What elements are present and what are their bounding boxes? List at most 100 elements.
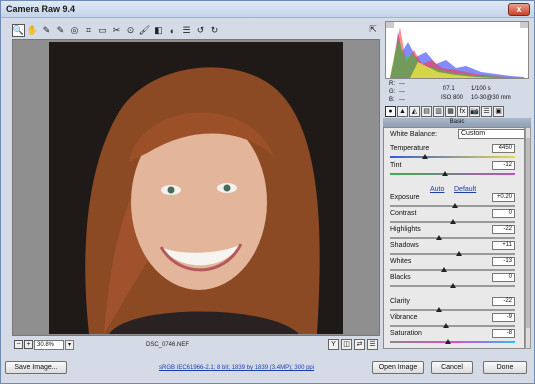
zoom-in-button[interactable]: +: [24, 340, 33, 349]
rotate-left-icon[interactable]: ↺: [194, 24, 207, 37]
contrast-value-field[interactable]: 0: [492, 209, 515, 218]
hand-tool-icon[interactable]: ✋: [26, 24, 39, 37]
presets-tab-icon[interactable]: ☰: [481, 106, 492, 117]
temperature-slider-knob[interactable]: [422, 154, 428, 159]
detail-tab-icon[interactable]: ◭: [409, 106, 420, 117]
blacks-slider-knob[interactable]: [449, 283, 456, 288]
fullscreen-toggle-icon[interactable]: ⇱: [367, 23, 379, 35]
green-value: ---: [399, 89, 405, 95]
camera-calibration-tab-icon[interactable]: 📷: [469, 106, 480, 117]
auto-link[interactable]: Auto: [430, 186, 444, 193]
red-label: R:: [389, 81, 395, 87]
shadows-label: Shadows: [390, 242, 419, 249]
aperture-value: f/7.1: [443, 86, 455, 92]
exposure-label: Exposure: [390, 194, 420, 201]
lens-corrections-tab-icon[interactable]: ▦: [445, 106, 456, 117]
blacks-slider-row: Blacks 0: [384, 273, 524, 294]
shadows-slider-knob[interactable]: [455, 251, 462, 256]
hsl-tab-icon[interactable]: ▤: [421, 106, 432, 117]
histogram-graph: [386, 22, 528, 78]
snapshots-tab-icon[interactable]: ▣: [493, 106, 504, 117]
vibrance-slider-track[interactable]: [390, 325, 515, 327]
color-sampler-tool-icon[interactable]: ✎: [54, 24, 67, 37]
tint-value-field[interactable]: -12: [492, 161, 515, 170]
basic-panel: White Balance: Custom ▼ Auto Default Tem…: [383, 127, 525, 349]
preferences-icon[interactable]: ☰: [180, 24, 193, 37]
adjustment-brush-icon[interactable]: 🖌: [138, 24, 151, 37]
white-balance-tool-icon[interactable]: ✎: [40, 24, 53, 37]
crop-tool-icon[interactable]: ⌗: [82, 24, 95, 37]
blacks-label: Blacks: [390, 274, 411, 281]
exposure-slider-knob[interactable]: [452, 203, 458, 208]
done-button[interactable]: Done: [483, 361, 527, 374]
image-preview-area[interactable]: [12, 39, 380, 336]
close-button[interactable]: x: [508, 3, 530, 16]
clarity-slider-knob[interactable]: [435, 307, 442, 312]
zoom-dropdown-button[interactable]: ▾: [65, 340, 74, 350]
effects-tab-icon[interactable]: fx: [457, 106, 468, 117]
contrast-label: Contrast: [390, 210, 417, 217]
preview-preferences-icon[interactable]: ☰: [367, 339, 378, 350]
shadows-slider-track[interactable]: [390, 253, 515, 255]
open-image-button[interactable]: Open Image: [372, 361, 424, 374]
rotate-right-icon[interactable]: ↻: [208, 24, 221, 37]
temperature-value-field[interactable]: 4450: [492, 144, 515, 153]
red-eye-tool-icon[interactable]: ⊙: [124, 24, 137, 37]
panel-scrollbar[interactable]: [525, 127, 531, 349]
highlights-value-field[interactable]: -22: [492, 225, 515, 234]
swap-settings-icon[interactable]: ⇄: [354, 339, 365, 350]
save-image-button[interactable]: Save Image...: [5, 361, 67, 374]
blacks-value-field[interactable]: 0: [492, 273, 515, 282]
before-after-y-icon[interactable]: Y: [328, 339, 339, 350]
scrollbar-thumb[interactable]: [526, 138, 530, 328]
white-balance-value: Custom: [461, 130, 486, 137]
workflow-options-link[interactable]: sRGB IEC61966-2.1; 8 bit; 1839 by 1839 (…: [159, 365, 314, 371]
portrait-image: [49, 42, 343, 334]
graduated-filter-icon[interactable]: ◧: [152, 24, 165, 37]
clarity-value-field[interactable]: -22: [492, 297, 515, 306]
contrast-slider-knob[interactable]: [449, 219, 456, 224]
whites-label: Whites: [390, 258, 412, 265]
basic-tab-icon[interactable]: ●: [385, 106, 396, 117]
highlights-slider-knob[interactable]: [435, 235, 442, 240]
default-link[interactable]: Default: [454, 186, 476, 193]
tone-curve-tab-icon[interactable]: ▲: [397, 106, 408, 117]
radial-filter-icon[interactable]: ◐: [166, 24, 179, 37]
before-after-split-icon[interactable]: ◫: [341, 339, 352, 350]
highlights-slider-track[interactable]: [390, 237, 515, 239]
clarity-label: Clarity: [390, 298, 410, 305]
temperature-slider-track[interactable]: [390, 156, 515, 158]
saturation-value-field[interactable]: -8: [492, 329, 515, 338]
vibrance-label: Vibrance: [390, 314, 418, 321]
zoom-tool-icon[interactable]: 🔍: [12, 24, 25, 37]
zoom-level-field[interactable]: 30.8%: [34, 340, 64, 350]
spot-removal-tool-icon[interactable]: ✂: [110, 24, 123, 37]
tint-slider-knob[interactable]: [442, 171, 448, 176]
tint-slider-track[interactable]: [390, 173, 515, 175]
temperature-label: Temperature: [390, 145, 430, 152]
tint-label: Tint: [390, 162, 402, 169]
cancel-button[interactable]: Cancel: [431, 361, 473, 374]
camera-raw-window: Camera Raw 9.4 x 🔍 ✋ ✎ ✎ ◎ ⌗ ▭ ✂ ⊙ 🖌 ◧ ◐ ☰ ↺ ↻ ⇱ −: [0, 0, 535, 384]
saturation-slider-track[interactable]: [390, 341, 515, 343]
exposure-value-field[interactable]: +0.20: [492, 193, 515, 202]
whites-slider-track[interactable]: [390, 269, 515, 271]
saturation-slider-knob[interactable]: [444, 339, 451, 344]
title-bar: Camera Raw 9.4 x: [1, 1, 534, 18]
green-label: G:: [389, 89, 396, 95]
zoom-out-button[interactable]: −: [14, 340, 23, 349]
vibrance-slider-knob[interactable]: [443, 323, 450, 328]
clarity-slider-track[interactable]: [390, 309, 515, 311]
straighten-tool-icon[interactable]: ▭: [96, 24, 109, 37]
shadows-value-field[interactable]: +11: [492, 241, 515, 250]
targeted-adjustment-tool-icon[interactable]: ◎: [68, 24, 81, 37]
red-value: ---: [399, 81, 405, 87]
blue-value: ---: [399, 97, 405, 103]
whites-value-field[interactable]: -13: [492, 257, 515, 266]
saturation-slider-row: Saturation -8: [384, 329, 524, 348]
split-toning-tab-icon[interactable]: ▥: [433, 106, 444, 117]
whites-slider-knob[interactable]: [440, 267, 447, 272]
camera-info-readout: R: --- G: --- B: --- f/7.1 1/100 s ISO 8…: [385, 81, 529, 105]
white-balance-select[interactable]: Custom ▼: [458, 129, 524, 139]
vibrance-value-field[interactable]: -9: [492, 313, 515, 322]
